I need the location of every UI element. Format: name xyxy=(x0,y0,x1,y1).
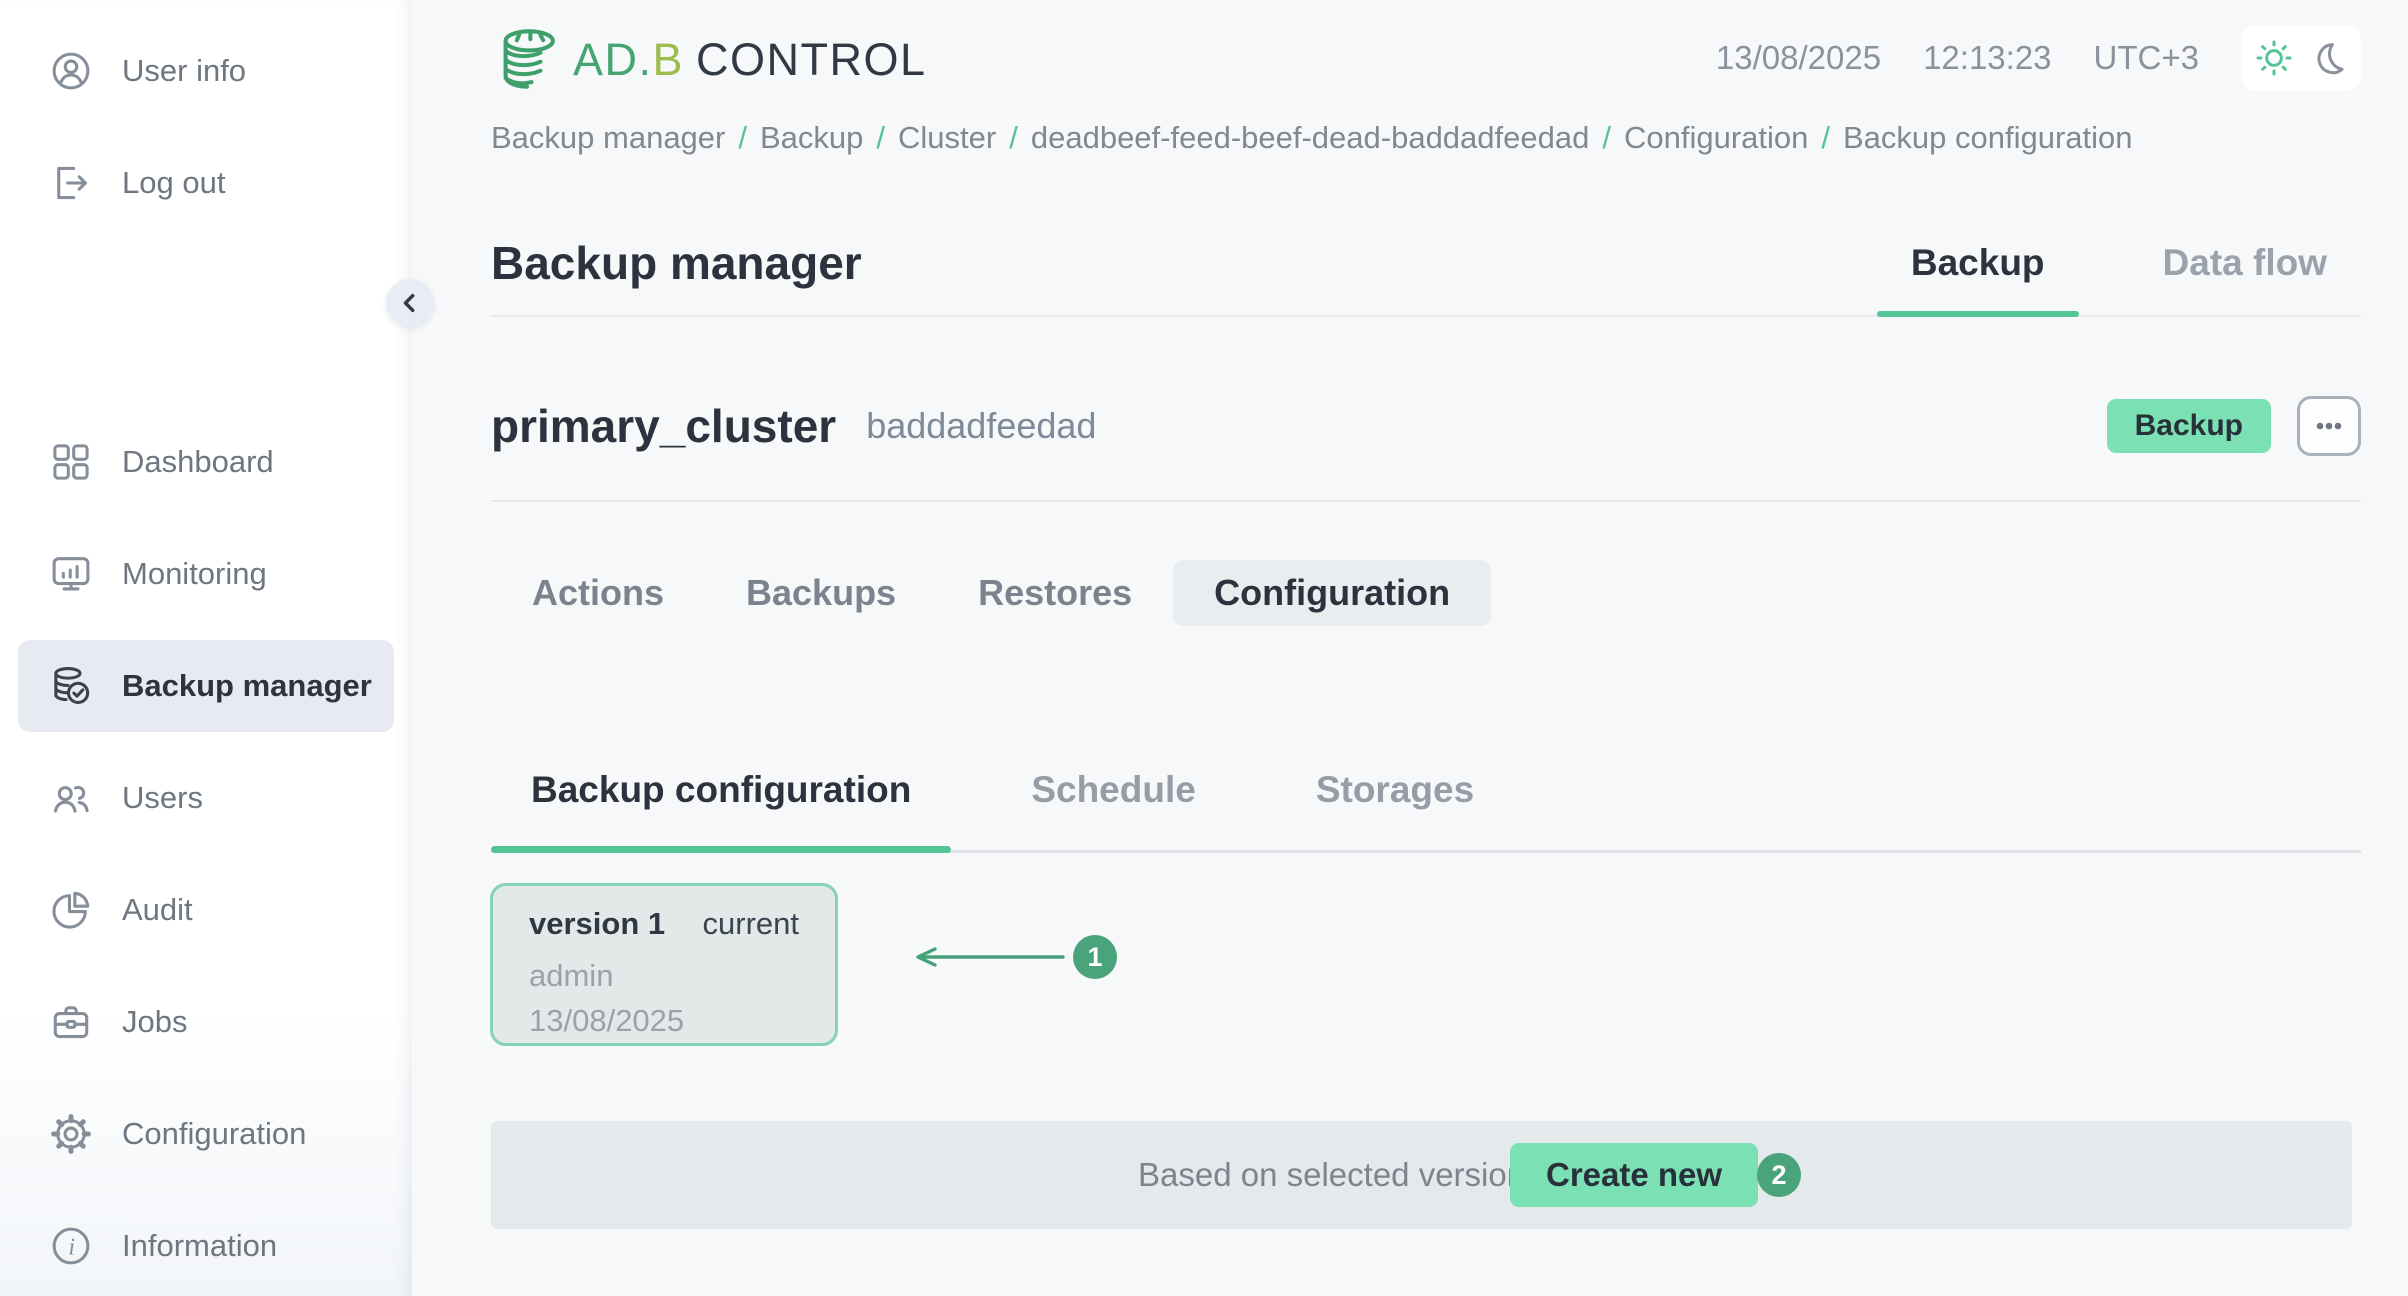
configuration-sub-tabs: Backup configuration Schedule Storages xyxy=(491,726,2361,853)
tab-configuration[interactable]: Configuration xyxy=(1173,560,1491,626)
breadcrumb-item[interactable]: Backup configuration xyxy=(1843,120,2133,156)
sidebar-nav: Dashboard Monitoring xyxy=(0,416,412,1292)
tab-data-flow[interactable]: Data flow xyxy=(2129,210,2361,315)
annotation-badge-1: 1 xyxy=(1073,935,1117,979)
sidebar-item-monitoring[interactable]: Monitoring xyxy=(18,528,394,620)
more-actions-button[interactable] xyxy=(2297,396,2361,456)
sidebar-item-configuration[interactable]: Configuration xyxy=(18,1088,394,1180)
information-icon: i xyxy=(48,1223,94,1269)
annotation-arrow-left-icon xyxy=(905,944,1069,970)
annotation-badge-2: 2 xyxy=(1757,1153,1801,1197)
title-row: Backup manager Backup Data flow xyxy=(491,210,2361,317)
collapse-sidebar-button[interactable] xyxy=(386,279,434,327)
timezone: UTC+3 xyxy=(2094,39,2199,77)
tab-restores[interactable]: Restores xyxy=(937,560,1173,626)
sidebar-item-backup-manager[interactable]: Backup manager xyxy=(18,640,394,732)
app-logo: AD.BCONTROL xyxy=(491,24,927,96)
sidebar-item-label: User info xyxy=(122,53,246,89)
cluster-id: baddadfeedad xyxy=(866,405,1096,447)
sun-icon[interactable] xyxy=(2254,38,2294,78)
cluster-row: primary_cluster baddadfeedad Backup xyxy=(491,352,2361,502)
sidebar-item-label: Configuration xyxy=(122,1116,306,1152)
ellipsis-icon xyxy=(2311,408,2347,444)
breadcrumb-separator: / xyxy=(1602,120,1611,156)
version-card-header: version 1 current xyxy=(529,906,799,942)
sidebar-item-information[interactable]: i Information xyxy=(18,1200,394,1292)
main-content: AD.BCONTROL 13/08/2025 12:13:23 UTC+3 Ba… xyxy=(412,0,2408,1296)
dashboard-icon xyxy=(48,439,94,485)
theme-toggle xyxy=(2241,25,2361,91)
configuration-icon xyxy=(48,1111,94,1157)
tab-backup-configuration[interactable]: Backup configuration xyxy=(491,726,951,853)
svg-text:i: i xyxy=(68,1234,75,1260)
sidebar-item-log-out[interactable]: Log out xyxy=(18,137,394,229)
tab-storages[interactable]: Storages xyxy=(1276,726,1514,853)
current-time: 12:13:23 xyxy=(1923,39,2051,77)
logo-wordmark: AD.BCONTROL xyxy=(573,34,927,86)
top-tabs: Backup Data flow xyxy=(1877,210,2361,315)
sidebar-item-label: Users xyxy=(122,780,203,816)
current-date: 13/08/2025 xyxy=(1716,39,1881,77)
breadcrumb-item[interactable]: Cluster xyxy=(898,120,996,156)
breadcrumb-separator: / xyxy=(876,120,885,156)
sidebar-item-users[interactable]: Users xyxy=(18,752,394,844)
breadcrumb-separator: / xyxy=(1821,120,1830,156)
sidebar-item-label: Dashboard xyxy=(122,444,274,480)
moon-icon[interactable] xyxy=(2308,38,2348,78)
breadcrumb: Backup manager / Backup / Cluster / dead… xyxy=(491,120,2133,156)
sidebar-item-label: Audit xyxy=(122,892,193,928)
breadcrumb-separator: / xyxy=(738,120,747,156)
monitoring-icon xyxy=(48,551,94,597)
jobs-icon xyxy=(48,999,94,1045)
sidebar-item-label: Backup manager xyxy=(122,668,372,704)
sidebar-item-jobs[interactable]: Jobs xyxy=(18,976,394,1068)
action-bar: Based on selected version Create new 2 xyxy=(491,1121,2352,1229)
backup-manager-icon xyxy=(48,663,94,709)
breadcrumb-separator: / xyxy=(1009,120,1018,156)
sidebar-item-label: Information xyxy=(122,1228,277,1264)
version-current-badge: current xyxy=(703,906,799,942)
sidebar: User info Log out Dashboard xyxy=(0,0,412,1296)
create-new-button[interactable]: Create new xyxy=(1510,1143,1758,1207)
user-icon xyxy=(48,48,94,94)
breadcrumb-item[interactable]: Configuration xyxy=(1624,120,1808,156)
users-icon xyxy=(48,775,94,821)
tab-actions[interactable]: Actions xyxy=(491,560,705,626)
sidebar-item-dashboard[interactable]: Dashboard xyxy=(18,416,394,508)
tab-schedule[interactable]: Schedule xyxy=(991,726,1236,853)
audit-icon xyxy=(48,887,94,933)
sidebar-item-label: Monitoring xyxy=(122,556,267,592)
cluster-name: primary_cluster xyxy=(491,399,836,453)
topbar-meta: 13/08/2025 12:13:23 UTC+3 xyxy=(1716,22,2361,94)
breadcrumb-item[interactable]: Backup manager xyxy=(491,120,725,156)
sidebar-item-audit[interactable]: Audit xyxy=(18,864,394,956)
version-date: 13/08/2025 xyxy=(529,1003,799,1039)
section-tabs: Actions Backups Restores Configuration xyxy=(491,560,1491,626)
tab-backups[interactable]: Backups xyxy=(705,560,937,626)
action-bar-label: Based on selected version xyxy=(1138,1121,1525,1229)
logout-icon xyxy=(48,160,94,206)
breadcrumb-item[interactable]: Backup xyxy=(760,120,863,156)
version-title: version 1 xyxy=(529,906,665,942)
version-author: admin xyxy=(529,958,799,994)
page-title: Backup manager xyxy=(491,236,862,290)
chevron-left-icon xyxy=(394,287,426,319)
sidebar-item-label: Jobs xyxy=(122,1004,187,1040)
tab-backup[interactable]: Backup xyxy=(1877,210,2079,315)
backup-button[interactable]: Backup xyxy=(2107,399,2271,453)
breadcrumb-item[interactable]: deadbeef-feed-beef-dead-baddadfeedad xyxy=(1031,120,1589,156)
sidebar-item-user-info[interactable]: User info xyxy=(18,25,394,117)
sidebar-item-label: Log out xyxy=(122,165,225,201)
logo-icon xyxy=(491,24,563,96)
version-card[interactable]: version 1 current admin 13/08/2025 xyxy=(490,883,838,1046)
